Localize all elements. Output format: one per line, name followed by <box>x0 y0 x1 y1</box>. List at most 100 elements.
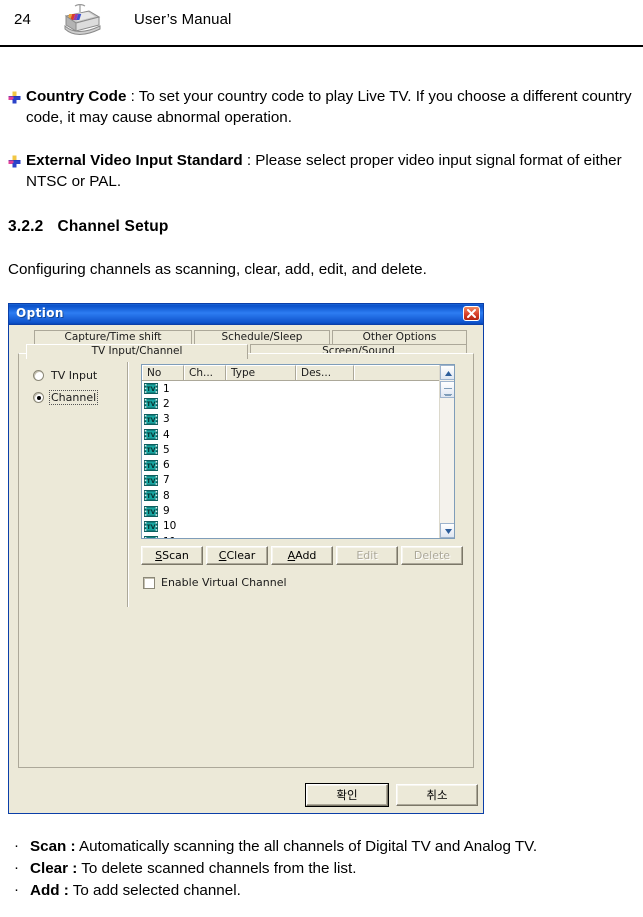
row-number: 4 <box>163 428 170 441</box>
table-row[interactable]: TV 2 <box>142 396 439 411</box>
add-button-label: Add <box>295 549 317 562</box>
page-number: 24 <box>14 11 32 28</box>
option-dialog[interactable]: Option Capture/Time shift Schedule/Sleep… <box>8 303 484 814</box>
term-label: External Video Input Standard <box>26 152 243 169</box>
list-item: · Scan : Automatically scanning the all c… <box>8 836 640 857</box>
svg-text:TV: TV <box>147 509 156 516</box>
row-number: 1 <box>163 382 170 395</box>
table-row[interactable]: TV 4 <box>142 427 439 442</box>
radio-label: TV Input <box>51 369 98 382</box>
channel-listview[interactable]: No Ch... Type Des... TV 1 TV 2 TV 3 TV 4 TV 5… <box>141 364 455 539</box>
listview-rows: TV 1 TV 2 TV 3 TV 4 TV 5 TV 6 TV 7 TV 8 TV 9 TV 10… <box>142 381 439 538</box>
checkbox-icon <box>143 577 155 589</box>
enable-virtual-channel-checkbox[interactable]: Enable Virtual Channel <box>143 576 287 589</box>
table-row[interactable]: TV 1 <box>142 381 439 396</box>
tv-channel-icon: TV <box>144 383 158 395</box>
list-bullet: · <box>14 881 19 898</box>
tab-panel-tv-input-channel: TV Input Channel No Ch... Type Des... TV… <box>18 353 474 768</box>
svg-text:TV: TV <box>147 432 156 439</box>
column-header-des[interactable]: Des... <box>296 365 354 380</box>
table-row[interactable]: TV 6 <box>142 457 439 472</box>
clear-button[interactable]: CClear <box>206 546 268 565</box>
row-number: 2 <box>163 397 170 410</box>
scan-button-label: Scan <box>162 549 189 562</box>
header-divider <box>0 45 643 47</box>
paragraph-country-code: Country Code : To set your country code … <box>8 86 638 128</box>
tv-channel-icon: TV <box>144 520 158 532</box>
dialog-titlebar[interactable]: Option <box>9 304 483 325</box>
paragraph-text: External Video Input Standard : Please s… <box>8 150 638 192</box>
page-header: 24 User’s Manual <box>0 0 643 47</box>
edit-button: Edit <box>336 546 398 565</box>
list-item-term: Add : <box>30 882 69 899</box>
list-item-body: Automatically scanning the all channels … <box>75 838 538 855</box>
row-number: 9 <box>163 505 170 518</box>
ok-button[interactable]: 확인 <box>305 783 389 807</box>
column-header-ch[interactable]: Ch... <box>184 365 226 380</box>
cancel-button[interactable]: 취소 <box>396 784 478 806</box>
svg-text:TV: TV <box>147 447 156 454</box>
row-number: 3 <box>163 413 170 426</box>
term-label: Country Code <box>26 88 127 105</box>
scan-button[interactable]: SScan <box>141 546 203 565</box>
checkbox-label: Enable Virtual Channel <box>161 576 287 589</box>
close-icon[interactable] <box>463 306 480 321</box>
svg-text:TV: TV <box>147 478 156 485</box>
list-item-body: To add selected channel. <box>68 882 241 899</box>
table-row[interactable]: TV 3 <box>142 412 439 427</box>
dialog-body: Capture/Time shift Schedule/Sleep Other … <box>9 325 483 814</box>
row-number: 6 <box>163 459 170 472</box>
listview-header: No Ch... Type Des... <box>142 365 454 381</box>
row-number: 10 <box>163 520 177 533</box>
list-item-body: To delete scanned channels from the list… <box>77 860 357 877</box>
manual-book-icon <box>59 3 103 42</box>
radio-mark-icon <box>33 370 44 381</box>
four-color-cross-bullet-icon <box>8 153 21 168</box>
radio-tv-input[interactable]: TV Input <box>29 366 125 388</box>
svg-text:TV: TV <box>147 417 156 424</box>
tv-channel-icon: TV <box>144 505 158 517</box>
channel-action-buttons: SScan CClear AAdd Edit Delete <box>141 546 463 565</box>
tab-tv-input-channel[interactable]: TV Input/Channel <box>26 344 248 359</box>
tv-channel-icon: TV <box>144 474 158 486</box>
tab-other-options[interactable]: Other Options <box>332 330 467 345</box>
source-radio-group: TV Input Channel <box>29 366 125 410</box>
listview-vertical-scrollbar[interactable] <box>439 365 454 538</box>
table-row[interactable]: TV 11 <box>142 534 439 538</box>
row-number: 8 <box>163 489 170 502</box>
four-color-cross-bullet-icon <box>8 89 21 104</box>
svg-text:TV: TV <box>147 493 156 500</box>
tv-channel-icon: TV <box>144 413 158 425</box>
section-heading: 3.2.2 Channel Setup <box>8 218 169 236</box>
list-bullet: · <box>14 859 19 876</box>
scrollbar-thumb[interactable] <box>440 381 454 398</box>
row-number: 7 <box>163 474 170 487</box>
list-item: · Clear : To delete scanned channels from… <box>8 858 640 879</box>
tv-channel-icon: TV <box>144 429 158 441</box>
radio-label: Channel <box>49 390 99 405</box>
dialog-footer: 확인 취소 <box>9 783 483 807</box>
table-row[interactable]: TV 9 <box>142 503 439 518</box>
column-header-no[interactable]: No <box>142 365 184 380</box>
section-intro-text: Configuring channels as scanning, clear,… <box>8 261 427 278</box>
panel-divider <box>127 362 129 607</box>
tab-capture-time-shift[interactable]: Capture/Time shift <box>34 330 192 345</box>
tab-schedule-sleep[interactable]: Schedule/Sleep <box>194 330 330 345</box>
table-row[interactable]: TV 10 <box>142 519 439 534</box>
term-separator: : <box>242 152 256 169</box>
add-button[interactable]: AAdd <box>271 546 333 565</box>
tv-channel-icon: TV <box>144 459 158 471</box>
scroll-up-icon[interactable] <box>440 365 454 380</box>
scroll-down-icon[interactable] <box>440 523 454 538</box>
column-header-type[interactable]: Type <box>226 365 296 380</box>
table-row[interactable]: TV 8 <box>142 488 439 503</box>
svg-text:TV: TV <box>147 401 156 408</box>
row-number: 11 <box>163 536 176 538</box>
delete-button: Delete <box>401 546 463 565</box>
tv-channel-icon: TV <box>144 444 158 456</box>
radio-channel[interactable]: Channel <box>29 388 125 410</box>
table-row[interactable]: TV 5 <box>142 442 439 457</box>
table-row[interactable]: TV 7 <box>142 473 439 488</box>
tv-channel-icon: TV <box>144 536 158 538</box>
svg-text:TV: TV <box>147 463 156 470</box>
